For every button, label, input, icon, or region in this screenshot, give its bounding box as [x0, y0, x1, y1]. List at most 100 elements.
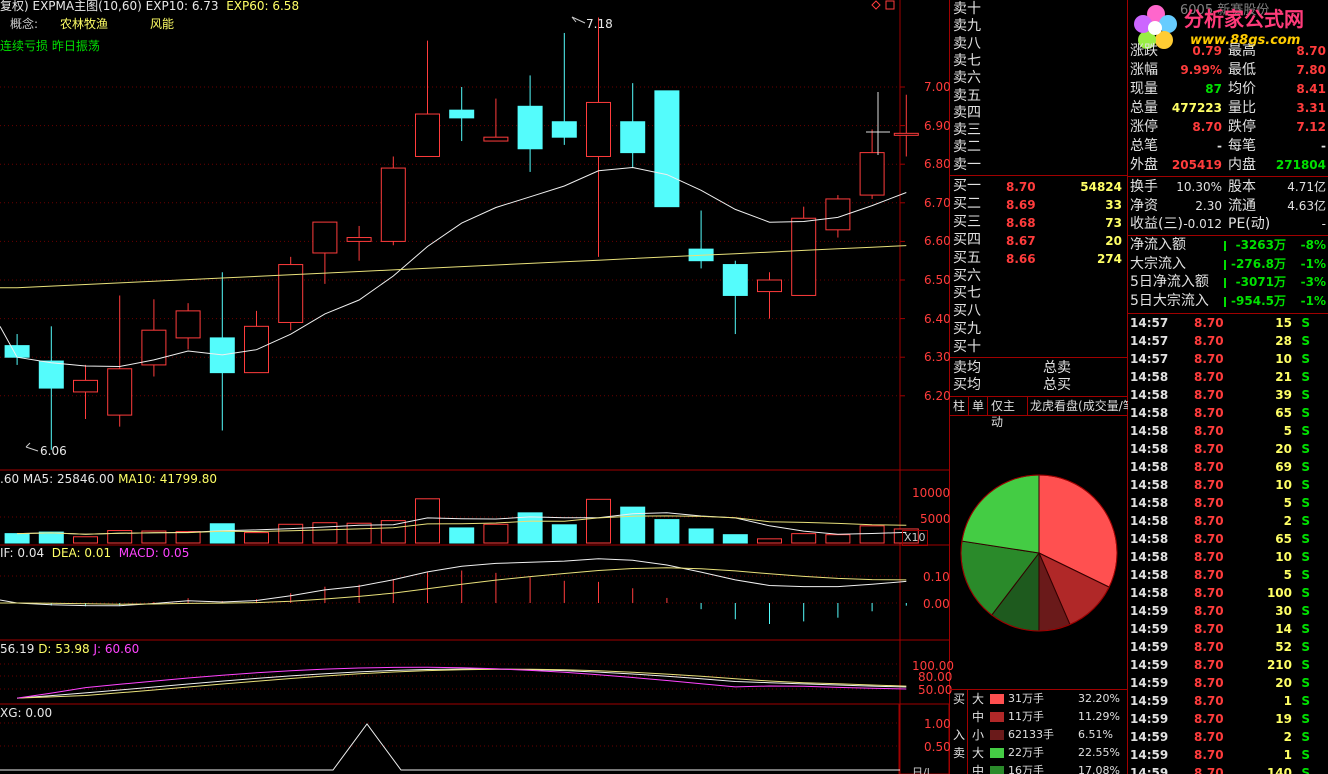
- tick-row[interactable]: 14:57 8.70 28 S: [1128, 333, 1328, 351]
- fund-flow-percent: -1%: [1300, 293, 1326, 308]
- tick-row[interactable]: 14:59 8.70 52 S: [1128, 639, 1328, 657]
- tick-row[interactable]: 14:58 8.70 2 S: [1128, 513, 1328, 531]
- tick-time: 14:59: [1130, 676, 1169, 690]
- tick-row[interactable]: 14:59 8.70 1 S: [1128, 693, 1328, 711]
- kline-chart-svg[interactable]: [0, 0, 950, 774]
- tick-time: 14:59: [1130, 730, 1169, 744]
- tick-row[interactable]: 14:59 8.70 30 S: [1128, 603, 1328, 621]
- tick-price: 8.70: [1194, 586, 1224, 600]
- volume-bar: [688, 528, 714, 544]
- fund-flow-percent: -8%: [1300, 238, 1326, 252]
- tick-row[interactable]: 14:59 8.70 1 S: [1128, 747, 1328, 765]
- tick-row[interactable]: 14:58 8.70 69 S: [1128, 459, 1328, 477]
- tick-price: 8.70: [1194, 658, 1224, 672]
- quote-value-2: 7.80: [1296, 63, 1326, 77]
- tab-bar[interactable]: 柱: [950, 397, 970, 415]
- tick-time: 14:57: [1130, 316, 1169, 330]
- quote-label-2: 最高: [1228, 43, 1256, 59]
- tick-row[interactable]: 14:58 8.70 10 S: [1128, 549, 1328, 567]
- tick-price: 8.70: [1194, 496, 1224, 510]
- tab-dragon-tiger[interactable]: 龙虎看盘(成交量/笔: [1028, 397, 1128, 415]
- macd-axis-010: 0.10: [923, 570, 950, 584]
- tick-row[interactable]: 14:57 8.70 15 S: [1128, 315, 1328, 333]
- sell-level-label: 卖一: [953, 156, 981, 173]
- tick-price: 8.70: [1194, 532, 1224, 546]
- tick-row[interactable]: 14:59 8.70 2 S: [1128, 729, 1328, 747]
- tick-side: S: [1301, 676, 1310, 690]
- tick-row[interactable]: 14:58 8.70 5 S: [1128, 495, 1328, 513]
- quote-label-2: 最低: [1228, 62, 1256, 78]
- tick-row[interactable]: 14:58 8.70 65 S: [1128, 405, 1328, 423]
- tick-row[interactable]: 14:57 8.70 10 S: [1128, 351, 1328, 369]
- volume-bar: [722, 534, 748, 544]
- tick-row[interactable]: 14:59 8.70 19 S: [1128, 711, 1328, 729]
- concept-tag-agriculture[interactable]: 农林牧渔: [60, 17, 108, 31]
- tick-side: S: [1301, 496, 1310, 510]
- volume-bar: [278, 523, 304, 544]
- flow-amount: 16万手: [1008, 764, 1044, 774]
- xg-header: XG: 0.00: [0, 706, 53, 720]
- flow-size-label: 中: [972, 764, 985, 774]
- kdj-header: 56.19 D: 53.98 J: 60.60: [0, 642, 140, 656]
- tick-row[interactable]: 14:58 8.70 39 S: [1128, 387, 1328, 405]
- tick-time: 14:58: [1130, 586, 1169, 600]
- tick-row[interactable]: 14:58 8.70 65 S: [1128, 531, 1328, 549]
- volume-bar: [586, 498, 611, 544]
- price-axis-label: 6.40: [924, 311, 951, 326]
- quote-value: -: [1217, 139, 1222, 153]
- sell-avg-label: 卖均: [953, 360, 981, 376]
- volume-bar: [415, 498, 440, 544]
- tick-row[interactable]: 14:59 8.70 210 S: [1128, 657, 1328, 675]
- tick-time: 14:58: [1130, 478, 1169, 492]
- fund-flow-bar: [1224, 278, 1226, 288]
- kdj-axis-50: 50.00: [918, 683, 953, 697]
- fund-flow-bar: [1224, 296, 1226, 307]
- volume-bar: [654, 519, 680, 544]
- tick-row[interactable]: 14:58 8.70 21 S: [1128, 369, 1328, 387]
- tick-volume: 65: [1275, 532, 1292, 546]
- tab-active-only[interactable]: 仅主动: [988, 397, 1029, 429]
- quote-panel: 6005 新赛股份 分析家公式网 www.88gs.com 涨跌 0.79 最高 8.…: [1128, 0, 1328, 774]
- tick-side: S: [1301, 604, 1310, 618]
- volume-unit-badge[interactable]: X10: [902, 530, 928, 546]
- candle-body: [175, 310, 201, 339]
- tick-volume: 140: [1266, 766, 1292, 774]
- tick-time: 14:58: [1130, 442, 1169, 456]
- tick-time: 14:59: [1130, 658, 1169, 672]
- tick-price: 8.70: [1194, 406, 1224, 420]
- buy-level-price: 8.69: [1006, 197, 1036, 212]
- quote-label: 总量: [1130, 100, 1158, 116]
- candle[interactable]: [380, 156, 406, 246]
- tick-row[interactable]: 14:58 8.70 20 S: [1128, 441, 1328, 459]
- period-switch[interactable]: 日/l: [912, 766, 930, 774]
- tick-price: 8.70: [1194, 388, 1224, 402]
- concept-tag-wind[interactable]: 风能: [150, 17, 174, 31]
- low-price-label: 6.06: [40, 444, 67, 458]
- volume-bar: [483, 523, 509, 544]
- candle[interactable]: [654, 90, 680, 208]
- quote-label-2: 量比: [1228, 100, 1256, 116]
- quote-value: 8.70: [1192, 120, 1222, 134]
- tick-row[interactable]: 14:59 8.70 140 S: [1128, 765, 1328, 774]
- tab-single[interactable]: 单: [969, 397, 989, 415]
- volume-bar: [380, 520, 406, 544]
- volume-header: .60 MA5: 25846.00 MA10: 41799.80: [0, 472, 218, 486]
- tick-time: 14:59: [1130, 766, 1169, 774]
- candle[interactable]: [278, 256, 304, 331]
- volume-bar: [620, 506, 646, 544]
- tick-price: 8.70: [1194, 640, 1224, 654]
- flow-swatch: [990, 694, 1004, 704]
- tick-row[interactable]: 14:58 8.70 5 S: [1128, 567, 1328, 585]
- fundamental-value-2: -: [1321, 217, 1326, 231]
- tick-row[interactable]: 14:58 8.70 100 S: [1128, 585, 1328, 603]
- candle-body: [893, 132, 919, 136]
- quote-value-2: -: [1321, 139, 1326, 153]
- tick-volume: 5: [1283, 568, 1292, 582]
- sell-level-label: 卖九: [953, 18, 981, 35]
- order-flow-pie: [960, 474, 1118, 632]
- tick-row[interactable]: 14:59 8.70 14 S: [1128, 621, 1328, 639]
- tick-row[interactable]: 14:58 8.70 10 S: [1128, 477, 1328, 495]
- tick-row[interactable]: 14:58 8.70 5 S: [1128, 423, 1328, 441]
- tick-row[interactable]: 14:59 8.70 20 S: [1128, 675, 1328, 693]
- quote-label: 总笔: [1130, 138, 1158, 154]
